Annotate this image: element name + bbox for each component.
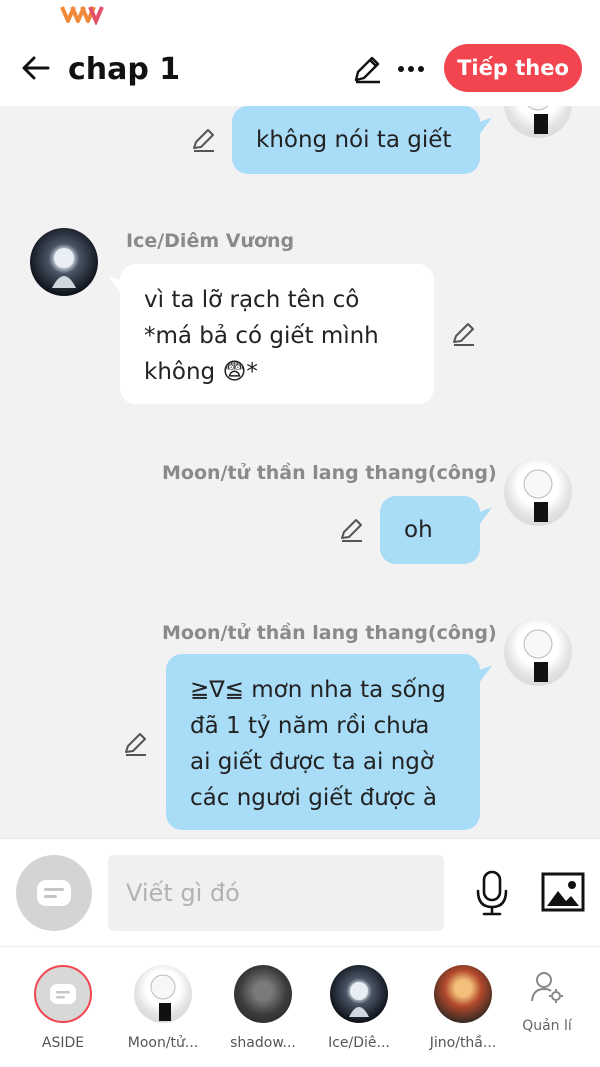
next-chapter-button[interactable]: Tiếp theo [444,44,582,92]
character-moon[interactable]: Moon/tử... [120,965,206,1051]
character-aside[interactable]: ASIDE [20,965,106,1051]
character-ice[interactable]: Ice/Diê... [316,965,402,1051]
message-text: không nói ta giết [256,127,452,153]
sender-avatar[interactable] [30,228,98,296]
message-bubble[interactable]: vì ta lỡ rạch tên cô *má bả có giết mình… [120,264,434,404]
character-avatar [234,965,292,1023]
image-icon[interactable] [541,871,585,913]
message-line: ai giết được ta ai ngờ [190,749,434,775]
character-label: shadow... [230,1035,296,1051]
sender-name: Ice/Diêm Vương [126,230,295,252]
pencil-icon[interactable] [190,126,218,154]
message-bubble[interactable]: không nói ta giết [232,106,480,174]
chat-area[interactable]: không nói ta giết Ice/Diêm Vương vì ta l… [0,106,600,838]
more-icon [398,66,424,72]
pencil-icon[interactable] [338,516,366,544]
aside-chat-icon [37,880,71,906]
carrier-logo-icon [60,6,104,25]
aside-toggle-button[interactable] [16,855,92,931]
message-line: các ngươi giết được à [190,785,437,811]
sender-avatar[interactable] [504,618,572,686]
more-options-button[interactable] [394,52,428,86]
pencil-icon[interactable] [450,320,478,348]
message-line: ≧∇≦ mơn nha ta sống [190,677,446,703]
character-bar: ASIDE Moon/tử... shadow... Ice/Diê... Ji… [0,946,600,1067]
mic-icon[interactable] [472,869,512,917]
message-line: không 😨* [144,359,258,385]
edit-title-button[interactable] [350,52,384,86]
sender-avatar[interactable] [504,106,572,138]
message-bubble[interactable]: ≧∇≦ mơn nha ta sống đã 1 tỷ năm rồi chưa… [166,654,480,830]
status-bar [0,0,600,34]
pencil-icon[interactable] [122,730,150,758]
manage-label: Quản lí [522,1018,572,1034]
chapter-header: chap 1 Tiếp theo [0,34,600,106]
character-jino[interactable]: Jino/thầ... [420,965,506,1051]
character-label: Ice/Diê... [328,1035,390,1051]
character-avatar [434,965,492,1023]
sender-avatar[interactable] [504,458,572,526]
message-line: đã 1 tỷ năm rồi chưa [190,713,430,739]
character-label: Jino/thầ... [429,1035,497,1051]
chapter-title: chap 1 [68,52,181,87]
sender-name: Moon/tử thần lang thang(công) [162,462,497,484]
sender-name: Moon/tử thần lang thang(công) [162,622,497,644]
manage-user-icon [531,972,563,1003]
character-avatar [134,965,192,1023]
back-button[interactable] [16,48,56,88]
message-line: *má bả có giết mình [144,323,379,349]
manage-characters-button[interactable]: Quản lí [512,969,582,1034]
message-line: vì ta lỡ rạch tên cô [144,287,360,313]
message-input[interactable] [108,855,444,931]
message-bubble[interactable]: oh [380,496,480,564]
character-label: Moon/tử... [127,1035,199,1051]
back-arrow-icon [22,56,50,80]
message-text: oh [404,517,433,543]
aside-chat-icon [50,984,76,1004]
character-label: ASIDE [41,1035,85,1051]
character-avatar [330,965,388,1023]
message-composer [0,838,600,946]
aside-avatar [34,965,92,1023]
character-shadow[interactable]: shadow... [220,965,306,1051]
